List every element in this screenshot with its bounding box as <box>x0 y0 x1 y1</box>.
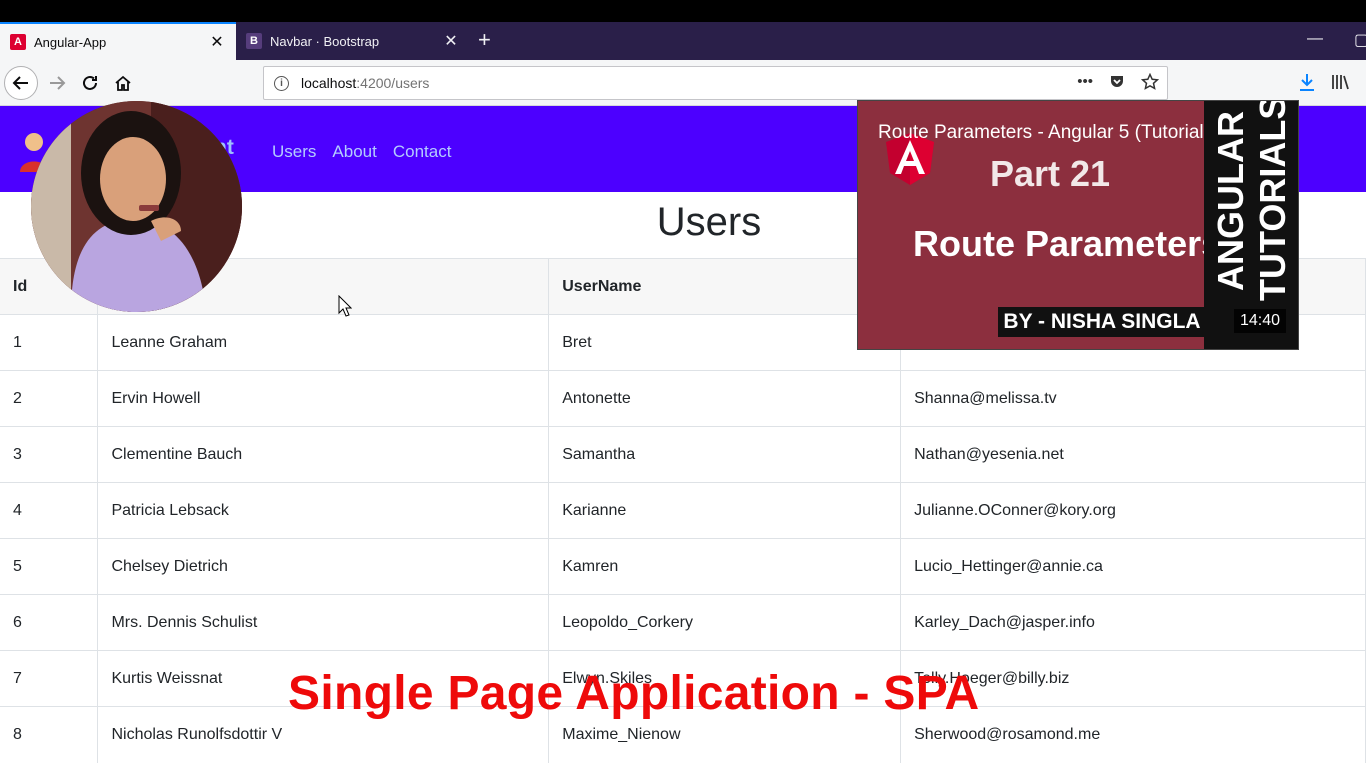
cell-name: Ervin Howell <box>97 370 550 427</box>
column-header-username: UserName <box>548 258 902 315</box>
side-text-angular: ANGULAR <box>1210 111 1251 291</box>
cell-email: Lucio_Hettinger@annie.ca <box>900 538 1366 595</box>
back-button[interactable] <box>4 66 38 100</box>
cell-id: 1 <box>0 314 99 371</box>
address-bar[interactable]: i localhost:4200/users ••• <box>263 66 1168 100</box>
download-icon[interactable] <box>1298 72 1316 92</box>
nav-link-contact[interactable]: Contact <box>393 142 452 162</box>
nav-link-users[interactable]: Users <box>272 142 316 162</box>
spa-caption: Single Page Application - SPA <box>288 667 980 720</box>
cell-email: Shanna@melissa.tv <box>900 370 1366 427</box>
tab-navbar-bootstrap[interactable]: B Navbar · Bootstrap ✕ <box>236 22 470 60</box>
cell-name: Patricia Lebsack <box>97 482 550 539</box>
video-byline: BY - NISHA SINGLA <box>998 307 1206 337</box>
close-icon[interactable]: ✕ <box>442 31 460 51</box>
back-arrow-icon <box>12 76 28 90</box>
cell-id: 7 <box>0 650 99 707</box>
cell-email: Karley_Dach@jasper.info <box>900 594 1366 651</box>
cell-username: Bret <box>548 314 902 371</box>
screen-top-bar <box>0 0 1366 22</box>
cell-id: 6 <box>0 594 99 651</box>
info-icon[interactable]: i <box>274 75 289 91</box>
table-row: 4 Patricia Lebsack Karianne Julianne.OCo… <box>0 482 1366 539</box>
table-row: 2 Ervin Howell Antonette Shanna@melissa.… <box>0 370 1366 427</box>
cell-name: Clementine Bauch <box>97 426 550 483</box>
more-icon[interactable]: ••• <box>1077 73 1093 91</box>
cell-id: 5 <box>0 538 99 595</box>
video-duration: 14:40 <box>1233 309 1286 333</box>
mouse-cursor-icon <box>338 295 352 317</box>
reload-button[interactable] <box>75 68 105 98</box>
cell-username: Antonette <box>548 370 902 427</box>
side-text-tutorials: TUTORIALS <box>1252 100 1293 301</box>
pocket-icon[interactable] <box>1109 73 1125 89</box>
cell-id: 8 <box>0 706 99 763</box>
cell-username: Kamren <box>548 538 902 595</box>
bootstrap-icon: B <box>246 33 262 49</box>
nav-link-about[interactable]: About <box>332 142 376 162</box>
cell-name: Mrs. Dennis Schulist <box>97 594 550 651</box>
minimize-icon[interactable]: — <box>1307 30 1323 48</box>
video-part-label: Part 21 <box>990 153 1111 194</box>
tab-angular-app[interactable]: A Angular-App ✕ <box>0 22 236 60</box>
browser-tab-strip: A Angular-App ✕ B Navbar · Bootstrap ✕ +… <box>0 22 1366 60</box>
cell-username: Leopoldo_Corkery <box>548 594 902 651</box>
video-title: Route Parameters - Angular 5 (Tutorial #… <box>878 122 1247 143</box>
forward-arrow-icon <box>50 76 66 90</box>
url-path: :4200/users <box>356 75 430 91</box>
home-icon <box>115 75 131 91</box>
table-row: 6 Mrs. Dennis Schulist Leopoldo_Corkery … <box>0 594 1366 651</box>
video-heading: Route Parameters <box>913 223 1222 264</box>
maximize-icon[interactable]: ▢ <box>1354 30 1366 50</box>
tab-title: Navbar · Bootstrap <box>270 33 380 49</box>
cell-id: 4 <box>0 482 99 539</box>
cell-username: Samantha <box>548 426 902 483</box>
star-icon[interactable] <box>1141 73 1159 91</box>
angular-icon: A <box>10 34 26 50</box>
presenter-avatar <box>31 101 242 312</box>
cell-email: Julianne.OConner@kory.org <box>900 482 1366 539</box>
reload-icon <box>83 75 97 90</box>
cell-name: Chelsey Dietrich <box>97 538 550 595</box>
tab-title: Angular-App <box>34 34 107 50</box>
nav-links: Users About Contact <box>272 142 451 162</box>
table-row: 5 Chelsey Dietrich Kamren Lucio_Hettinge… <box>0 538 1366 595</box>
video-thumbnail[interactable]: Route Parameters - Angular 5 (Tutorial #… <box>857 100 1299 350</box>
cell-email: Nathan@yesenia.net <box>900 426 1366 483</box>
presenter-photo <box>31 101 242 312</box>
library-icon[interactable] <box>1331 73 1351 91</box>
url-host: localhost <box>301 75 357 91</box>
cell-name: Leanne Graham <box>97 314 550 371</box>
forward-button[interactable] <box>42 68 72 98</box>
close-icon[interactable]: ✕ <box>208 32 226 52</box>
new-tab-button[interactable]: + <box>478 29 491 51</box>
cell-id: 2 <box>0 370 99 427</box>
cell-username: Karianne <box>548 482 902 539</box>
home-button[interactable] <box>108 68 138 98</box>
table-row: 3 Clementine Bauch Samantha Nathan@yesen… <box>0 426 1366 483</box>
cell-id: 3 <box>0 426 99 483</box>
